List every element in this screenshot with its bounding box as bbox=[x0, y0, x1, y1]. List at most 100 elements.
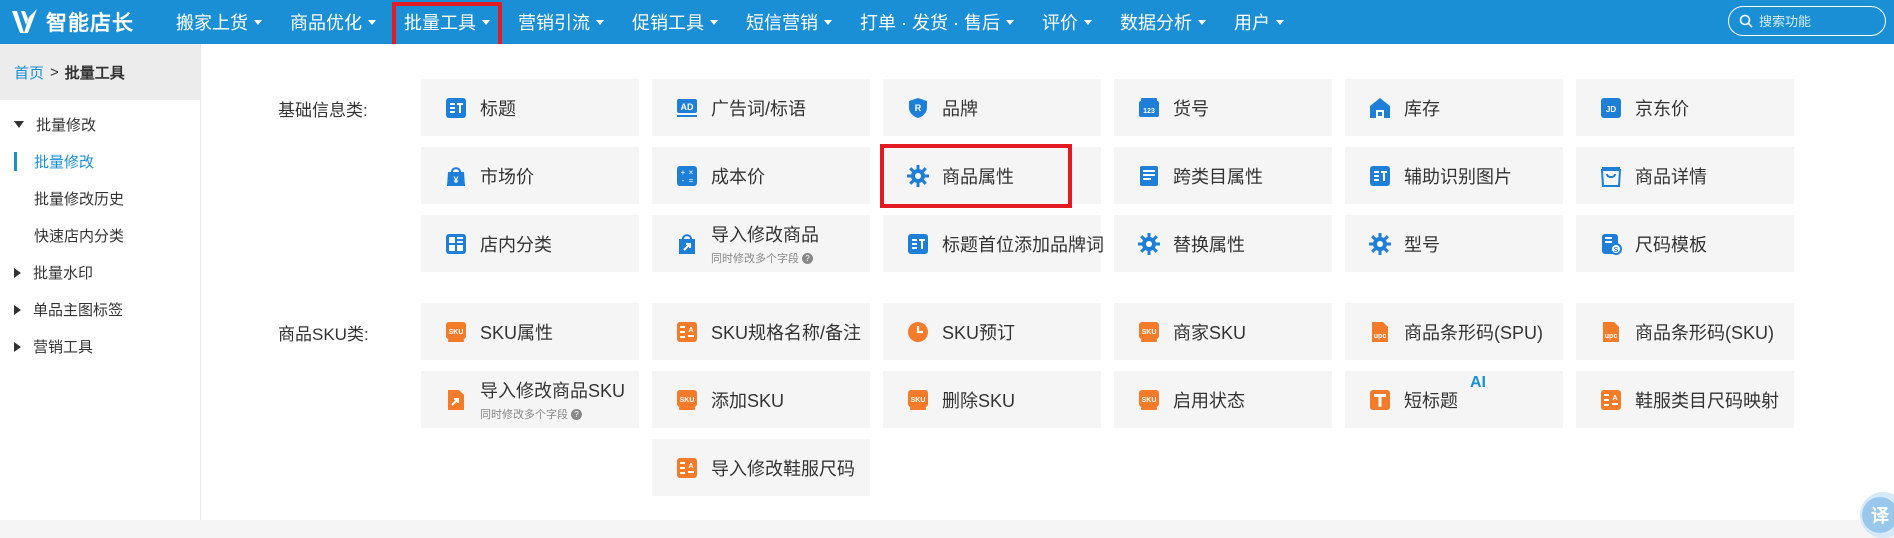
nav-item-orders[interactable]: 打单 · 发货 · 售后 bbox=[846, 0, 1028, 44]
svg-text:S: S bbox=[1614, 247, 1619, 254]
caret-right-icon bbox=[14, 341, 21, 352]
tool-card[interactable]: 辅助识别图片 bbox=[1345, 147, 1563, 204]
tool-card[interactable]: SKU 添加SKU bbox=[652, 371, 870, 428]
svg-text:AD: AD bbox=[681, 102, 694, 112]
jd-price-icon: JD bbox=[1599, 96, 1623, 120]
search-input[interactable] bbox=[1759, 13, 1869, 29]
tool-card-label: 辅助识别图片 bbox=[1404, 166, 1512, 187]
nav-item-reviews[interactable]: 评价 bbox=[1028, 0, 1106, 44]
tool-card[interactable]: SKU预订 bbox=[883, 303, 1101, 360]
tool-card[interactable]: upc 商品条形码(SPU) bbox=[1345, 303, 1563, 360]
svg-text:JD: JD bbox=[1606, 105, 1616, 114]
sidebar-item-quick-category[interactable]: 快速店内分类 bbox=[0, 217, 200, 254]
nav-item-user[interactable]: 用户 bbox=[1220, 0, 1298, 44]
svg-text:SKU: SKU bbox=[1142, 397, 1157, 404]
sidebar-group-main-image-tag[interactable]: 单品主图标签 bbox=[0, 291, 200, 328]
tool-card-text: 鞋服类目尺码映射 bbox=[1635, 387, 1779, 413]
tool-card[interactable]: SKU 商家SKU bbox=[1114, 303, 1332, 360]
sidebar-item-label: 快速店内分类 bbox=[34, 228, 125, 245]
import-file-icon bbox=[444, 388, 468, 412]
ad-icon: AD bbox=[675, 96, 699, 120]
tool-card[interactable]: 商品详情 bbox=[1576, 147, 1794, 204]
nav-item-promotion[interactable]: 促销工具 bbox=[618, 0, 732, 44]
sidebar-group-marketing-tools[interactable]: 营销工具 bbox=[0, 328, 200, 365]
tool-card[interactable]: 替换属性 bbox=[1114, 215, 1332, 272]
nav-item-sms[interactable]: 短信营销 bbox=[732, 0, 846, 44]
tool-card-text: 导入修改鞋服尺码 bbox=[711, 455, 855, 481]
sidebar-group-label: 营销工具 bbox=[33, 339, 94, 356]
sidebar-item-label: 批量修改历史 bbox=[34, 191, 125, 208]
clock-icon bbox=[906, 320, 930, 344]
tool-card[interactable]: + × - = 成本价 bbox=[652, 147, 870, 204]
nav-item-analytics[interactable]: 数据分析 bbox=[1106, 0, 1220, 44]
help-icon[interactable]: ? bbox=[802, 252, 813, 264]
tool-card-text: 店内分类 bbox=[480, 231, 552, 257]
tool-card-text: 商家SKU bbox=[1173, 319, 1246, 345]
tool-card-text: 删除SKU bbox=[942, 387, 1015, 413]
tool-card-label: SKU规格名称/备注 bbox=[711, 322, 862, 343]
tool-card[interactable]: ¥ 市场价 bbox=[421, 147, 639, 204]
tool-card[interactable]: 标题首位添加品牌词 bbox=[883, 215, 1104, 272]
chevron-down-icon bbox=[1276, 19, 1284, 25]
tool-card-text: 京东价 bbox=[1635, 95, 1689, 121]
tool-card[interactable]: 库存 bbox=[1345, 79, 1563, 136]
tool-card[interactable]: JD 京东价 bbox=[1576, 79, 1794, 136]
translate-button[interactable]: 译 bbox=[1860, 492, 1894, 538]
translate-icon: 译 bbox=[1862, 497, 1894, 533]
tool-card[interactable]: SKU 启用状态 bbox=[1114, 371, 1332, 428]
breadcrumb: 首页 > 批量工具 bbox=[0, 44, 200, 100]
tool-card[interactable]: 导入修改商品SKU 同时修改多个字段? bbox=[421, 371, 639, 428]
tool-card-text: SKU规格名称/备注 bbox=[711, 319, 861, 345]
tool-card[interactable]: SKU 删除SKU bbox=[883, 371, 1101, 428]
brand-icon: R bbox=[906, 96, 930, 120]
chevron-down-icon bbox=[1006, 19, 1014, 25]
sidebar-item-batch-modify[interactable]: 批量修改 bbox=[0, 143, 200, 180]
tool-card[interactable]: 型号 bbox=[1345, 215, 1563, 272]
tool-card-text: 添加SKU bbox=[711, 387, 784, 413]
tool-card-text: 导入修改商品SKU 同时修改多个字段? bbox=[480, 377, 625, 422]
svg-text:A: A bbox=[688, 463, 693, 470]
tool-card-label: 尺码模板 bbox=[1635, 234, 1707, 255]
tool-card[interactable]: A 鞋服类目尺码映射 bbox=[1576, 371, 1794, 428]
tool-card-label: 商品条形码(SKU) bbox=[1635, 322, 1774, 343]
tool-card[interactable]: A 导入修改鞋服尺码 bbox=[652, 439, 870, 496]
nav-item-move-goods[interactable]: 搬家上货 bbox=[162, 0, 276, 44]
tool-card[interactable]: SKU SKU属性 bbox=[421, 303, 639, 360]
nav-item-batch-tools[interactable]: 批量工具 bbox=[390, 0, 504, 50]
tool-card[interactable]: 店内分类 bbox=[421, 215, 639, 272]
tool-card[interactable]: 导入修改商品 同时修改多个字段? bbox=[652, 215, 870, 272]
sidebar-group-watermark[interactable]: 批量水印 bbox=[0, 254, 200, 291]
svg-text:SKU: SKU bbox=[1142, 329, 1157, 336]
logo[interactable]: 智能店长 bbox=[0, 0, 150, 44]
tool-card-subtitle: 同时修改多个字段? bbox=[480, 406, 625, 422]
sidebar-group-batch-modify[interactable]: 批量修改 bbox=[0, 106, 200, 143]
chevron-down-icon bbox=[824, 19, 832, 25]
breadcrumb-home-link[interactable]: 首页 bbox=[14, 62, 44, 83]
tool-card[interactable]: S 尺码模板 bbox=[1576, 215, 1794, 272]
tool-card[interactable]: R 品牌 bbox=[883, 79, 1101, 136]
nav-item-marketing[interactable]: 营销引流 bbox=[504, 0, 618, 44]
tool-card[interactable]: A SKU规格名称/备注 bbox=[652, 303, 870, 360]
tool-card[interactable]: AD 广告词/标语 bbox=[652, 79, 870, 136]
sidebar-item-label: 批量修改 bbox=[34, 154, 95, 171]
help-icon[interactable]: ? bbox=[571, 408, 582, 420]
tool-card-text: 启用状态 bbox=[1173, 387, 1245, 413]
tool-card[interactable]: 123 货号 bbox=[1114, 79, 1332, 136]
cross-category-icon bbox=[1137, 164, 1161, 188]
tool-card-label: 广告词/标语 bbox=[711, 98, 807, 119]
tool-card[interactable]: 商品属性 bbox=[880, 144, 1101, 208]
logo-text: 智能店长 bbox=[46, 12, 134, 35]
tool-card[interactable]: 跨类目属性 bbox=[1114, 147, 1332, 204]
chevron-down-icon bbox=[710, 19, 718, 25]
nav-label: 商品优化 bbox=[290, 13, 362, 33]
tool-card[interactable]: 标题 bbox=[421, 79, 639, 136]
tool-card[interactable]: upc 商品条形码(SKU) bbox=[1576, 303, 1794, 360]
tool-card-label: 跨类目属性 bbox=[1173, 166, 1263, 187]
search-box[interactable] bbox=[1728, 6, 1886, 36]
sidebar-item-modify-history[interactable]: 批量修改历史 bbox=[0, 180, 200, 217]
nav-label: 用户 bbox=[1234, 13, 1270, 33]
tool-card[interactable]: 短标题 AI bbox=[1345, 371, 1563, 428]
nav-item-product-optimize[interactable]: 商品优化 bbox=[276, 0, 390, 44]
tool-card-label: 商品详情 bbox=[1635, 166, 1707, 187]
tool-card-label: 删除SKU bbox=[942, 390, 1016, 411]
